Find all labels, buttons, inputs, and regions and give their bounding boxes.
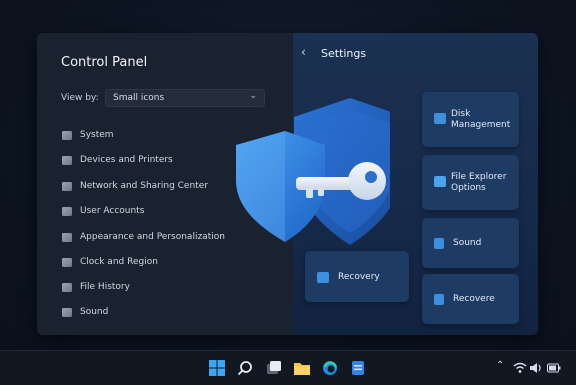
battery-icon[interactable] [545, 359, 563, 377]
cp-item-label: Sound [80, 307, 109, 317]
cp-item-label: Network and Sharing Center [80, 181, 208, 191]
card-label: Recovery [338, 272, 380, 282]
chevron-up-icon[interactable]: ⌃ [496, 360, 504, 371]
settings-title: Settings [321, 47, 367, 60]
recovery-person-icon [434, 294, 444, 305]
file-history-icon [62, 282, 72, 292]
cp-item-label: Devices and Printers [80, 155, 173, 165]
card-sound[interactable]: Sound [422, 218, 519, 268]
cp-item-label: File History [80, 282, 130, 292]
card-recovere[interactable]: Recovere [422, 274, 519, 324]
cp-item-appearance[interactable]: Appearance and Personalization [62, 230, 225, 244]
system-icon [62, 130, 72, 140]
file-explorer-icon[interactable] [293, 359, 311, 377]
cp-item-label: System [80, 130, 114, 140]
disk-icon [434, 113, 446, 124]
clock-icon [62, 257, 72, 267]
speaker-icon [434, 238, 444, 249]
view-by-label: View by: [61, 93, 99, 103]
card-label: Disk Management [451, 109, 511, 130]
cp-item-label: User Accounts [80, 206, 145, 216]
users-icon [62, 206, 72, 216]
card-file-explorer-options[interactable]: File Explorer Options [422, 155, 519, 210]
printer-icon [62, 155, 72, 165]
card-label: Sound [453, 238, 482, 248]
view-by-value: Small icons [113, 93, 165, 103]
control-panel-title: Control Panel [61, 55, 148, 70]
security-shield-key-illustration [230, 95, 406, 250]
volume-icon[interactable] [527, 359, 545, 377]
store-icon[interactable] [349, 359, 367, 377]
card-label: File Explorer Options [451, 172, 507, 193]
cp-item-devices-printers[interactable]: Devices and Printers [62, 153, 173, 167]
taskbar: ⌃ [0, 350, 576, 385]
card-disk-management[interactable]: Disk Management [422, 92, 519, 147]
network-icon [62, 181, 72, 191]
cp-item-label: Appearance and Personalization [80, 232, 225, 242]
cp-item-label: Clock and Region [80, 257, 158, 267]
cp-item-sound[interactable]: Sound [62, 305, 108, 319]
cp-item-network[interactable]: Network and Sharing Center [62, 179, 208, 193]
back-arrow-icon[interactable]: ‹ [301, 45, 306, 59]
start-windows-icon[interactable] [208, 359, 226, 377]
card-label: Recovere [453, 294, 495, 304]
recovery-icon [317, 272, 329, 283]
cp-item-user-accounts[interactable]: User Accounts [62, 204, 144, 218]
shield-icon [236, 98, 406, 245]
card-recovery[interactable]: Recovery [305, 251, 409, 302]
cp-item-system[interactable]: System [62, 128, 114, 142]
edge-browser-icon[interactable] [321, 359, 339, 377]
search-icon[interactable] [236, 359, 254, 377]
folder-icon [434, 176, 446, 187]
cp-item-clock-region[interactable]: Clock and Region [62, 255, 158, 269]
task-view-icon[interactable] [265, 359, 283, 377]
cp-item-file-history[interactable]: File History [62, 280, 130, 294]
sound-icon [62, 307, 72, 317]
appearance-icon [62, 232, 72, 242]
